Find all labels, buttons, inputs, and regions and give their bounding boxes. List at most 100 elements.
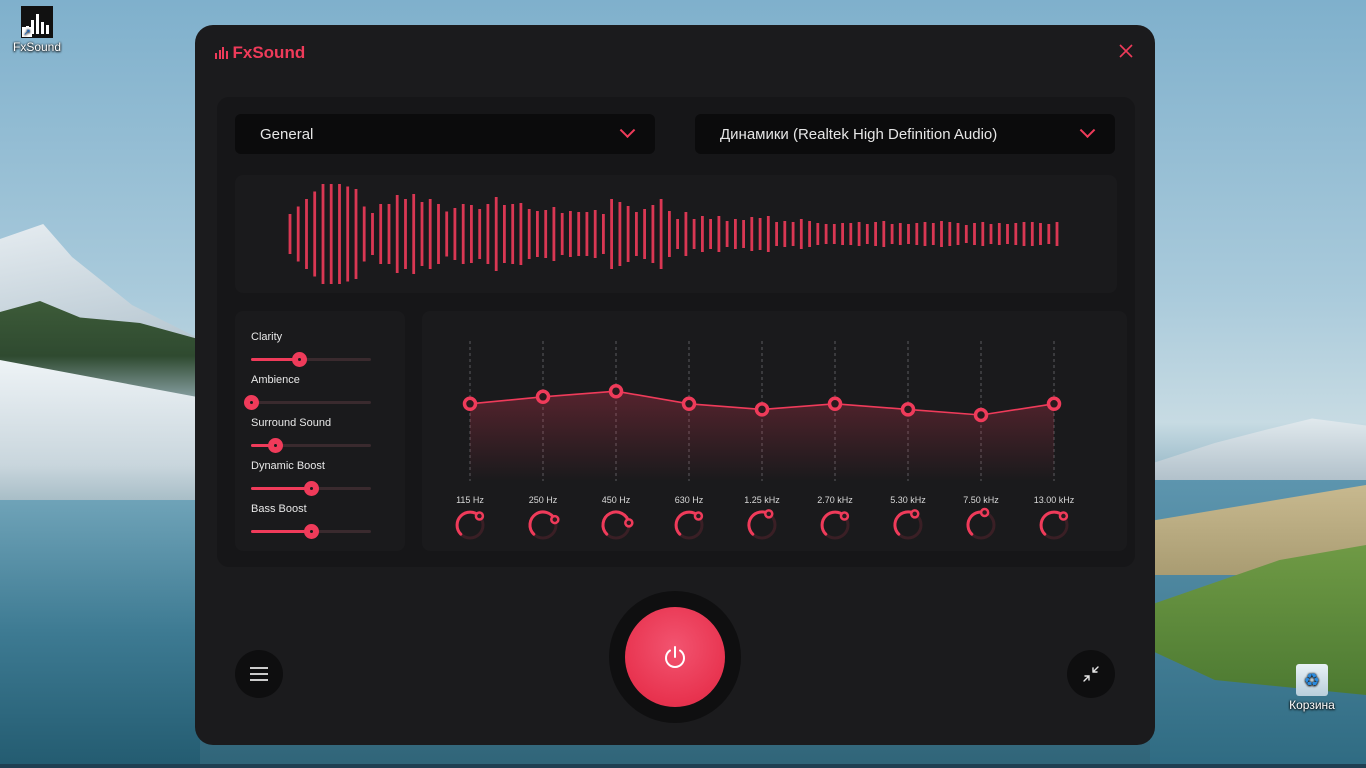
slider-thumb[interactable] <box>244 395 259 410</box>
waveform-bar <box>338 184 341 284</box>
waveform-bar <box>519 203 523 265</box>
equalizer-panel: 115 Hz 250 Hz 450 Hz 630 Hz 1.25 kHz 2.70 kHz… <box>422 311 1127 551</box>
waveform-bar <box>956 223 960 245</box>
waveform-bar <box>544 210 548 258</box>
waveform-bar <box>865 224 869 244</box>
logo-bars-icon <box>215 47 228 59</box>
slider-thumb[interactable] <box>304 481 319 496</box>
waveform-bar <box>585 212 589 256</box>
waveform-bar <box>923 222 927 246</box>
waveform-bar <box>354 189 358 279</box>
waveform-bar <box>379 204 383 264</box>
eq-band-handle[interactable] <box>535 389 551 405</box>
chevron-down-icon <box>619 121 636 138</box>
waveform-bar <box>470 205 473 263</box>
compact-view-icon <box>1083 666 1099 682</box>
compact-view-button[interactable] <box>1067 650 1115 698</box>
slider-thumb[interactable] <box>292 352 307 367</box>
waveform-bar <box>775 222 778 246</box>
waveform-bar <box>635 212 638 256</box>
eq-knob[interactable] <box>1058 511 1069 521</box>
waveform-bar <box>560 213 564 255</box>
eq-frequency-label: 250 Hz <box>528 495 558 505</box>
eq-knob-arc <box>528 510 557 536</box>
close-icon <box>1119 44 1133 58</box>
close-button[interactable] <box>1117 43 1135 61</box>
waveform-bar <box>676 219 679 249</box>
power-icon <box>665 646 685 668</box>
bass-boost-slider[interactable] <box>251 524 371 539</box>
desktop-icon-label: Корзина <box>1289 698 1335 712</box>
waveform-bar <box>569 211 572 257</box>
wallpaper-mountain-right <box>1150 418 1366 485</box>
desktop-icon-label: FxSound <box>12 40 62 54</box>
waveform-bar <box>750 217 754 251</box>
waveform-bar <box>626 206 630 262</box>
effect-label: Clarity <box>251 331 283 343</box>
eq-frequency-label: 115 Hz <box>456 495 484 505</box>
eq-band-handle[interactable] <box>827 396 843 412</box>
effect-dynamic-boost: Dynamic Boost <box>251 460 371 496</box>
waveform-bar <box>989 224 993 244</box>
slider-thumb[interactable] <box>304 524 319 539</box>
preset-dropdown[interactable]: General <box>235 114 655 154</box>
waveform-bar <box>602 214 605 254</box>
waveform-bar <box>783 221 787 247</box>
waveform-bar <box>734 219 737 249</box>
ambience-slider[interactable] <box>244 395 371 410</box>
power-button[interactable] <box>625 607 725 707</box>
eq-knob[interactable] <box>979 507 990 518</box>
eq-band-handle[interactable] <box>681 396 697 412</box>
eq-knob[interactable] <box>839 511 850 521</box>
waveform-bar <box>766 216 770 252</box>
waveform-bar <box>948 222 952 246</box>
waveform-bar <box>453 208 457 260</box>
waveform-bar <box>692 219 696 249</box>
dynamic-boost-slider[interactable] <box>251 481 371 496</box>
waveform-bar <box>659 199 663 269</box>
eq-band-handle[interactable] <box>608 383 624 399</box>
menu-button[interactable] <box>235 650 283 698</box>
eq-knob[interactable] <box>910 509 920 519</box>
eq-knob[interactable] <box>693 511 704 521</box>
eq-knob[interactable] <box>624 518 634 528</box>
waveform-bar <box>841 223 844 245</box>
waveform-bar <box>478 209 482 259</box>
recycle-bin-icon: ♻ <box>1296 664 1328 696</box>
waveform-bar <box>874 222 877 246</box>
waveform-bar <box>288 214 292 254</box>
app-logo: FxSound <box>215 43 305 63</box>
waveform-bar <box>725 221 729 247</box>
waveform-bar <box>527 209 531 259</box>
output-device-dropdown[interactable]: Динамики (Realtek High Definition Audio) <box>695 114 1115 154</box>
main-panel: General Динамики (Realtek High Definitio… <box>217 97 1135 567</box>
waveform-bar <box>964 225 968 243</box>
waveform-svg <box>288 184 1059 284</box>
waveform-bar <box>931 223 935 245</box>
eq-band-handle[interactable] <box>973 407 989 423</box>
surround-sound-slider[interactable] <box>251 438 371 453</box>
waveform-bar <box>618 202 622 266</box>
eq-knob[interactable] <box>474 511 485 521</box>
waveform-bar <box>511 204 515 264</box>
waveform-bar <box>1047 224 1051 244</box>
eq-band-handle[interactable] <box>462 396 478 412</box>
waveform-visualizer <box>235 175 1117 293</box>
eq-frequency-label: 2.70 kHz <box>817 495 853 505</box>
eq-knob[interactable] <box>550 514 560 525</box>
waveform-bar <box>552 207 556 261</box>
eq-knob[interactable] <box>764 509 774 519</box>
desktop-icon-fxsound[interactable]: ↗ FxSound <box>0 6 74 54</box>
eq-frequency-label: 1.25 kHz <box>744 495 780 505</box>
eq-band-handle[interactable] <box>900 402 916 417</box>
waveform-bar <box>395 195 399 273</box>
slider-thumb[interactable] <box>268 438 283 453</box>
eq-band-handle[interactable] <box>1046 396 1062 412</box>
waveform-bar <box>907 224 910 244</box>
waveform-bar <box>799 219 803 249</box>
waveform-bar <box>321 184 325 284</box>
eq-band-handle[interactable] <box>754 402 770 417</box>
desktop-icon-recycle-bin[interactable]: ♻ Корзина <box>1275 664 1349 712</box>
waveform-bar <box>915 223 919 245</box>
clarity-slider[interactable] <box>251 352 371 367</box>
